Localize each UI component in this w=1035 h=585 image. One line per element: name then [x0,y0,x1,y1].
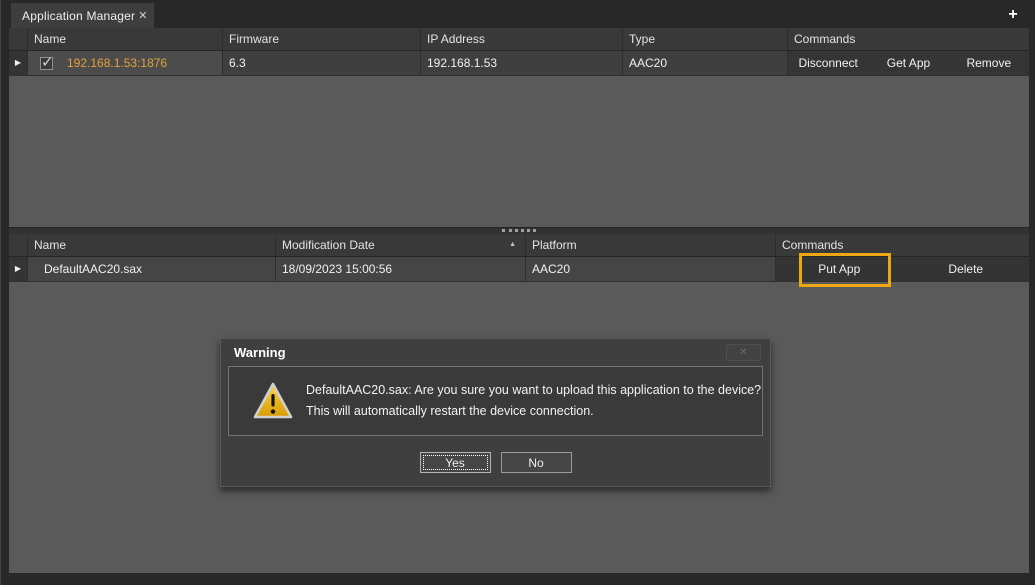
tab-bar: Application Manager ✕ + [9,3,1029,28]
application-date-cell: 18/09/2023 15:00:56 [276,257,526,281]
device-name-text: 192.168.1.53:1876 [67,51,167,75]
dialog-message-line2: This will automatically restart the devi… [306,401,761,422]
row-selector-cell[interactable]: ▶ [9,51,28,75]
dialog-message: DefaultAAC20.sax: Are you sure you want … [306,380,761,422]
tab-close-icon[interactable]: ✕ [135,8,150,23]
dialog-title-bar[interactable]: Warning [221,339,770,365]
dialog-message-line1: DefaultAAC20.sax: Are you sure you want … [306,380,761,401]
dialog-message-panel: DefaultAAC20.sax: Are you sure you want … [228,366,763,436]
put-app-button[interactable]: Put App [776,257,903,281]
device-ip-cell: 192.168.1.53 [421,51,623,75]
sort-ascending-icon: ▲ [509,234,525,256]
application-name-cell: DefaultAAC20.sax [28,257,276,281]
device-row[interactable]: ▶ ✓ 192.168.1.53:1876 6.3 192.168.1.53 A… [9,51,1029,76]
warning-triangle-icon [252,381,294,421]
dialog-close-icon[interactable]: ✕ [726,344,761,361]
yes-button[interactable]: Yes [420,452,491,473]
grid-splitter[interactable] [9,227,1029,234]
column-header-ip-address[interactable]: IP Address [421,28,623,50]
splitter-handle-dots-icon [502,229,536,232]
application-manager-window: Application Manager ✕ + Name Firmware IP… [0,0,1035,585]
get-app-button[interactable]: Get App [868,51,948,75]
device-checkbox[interactable]: ✓ [40,57,53,70]
column-header-platform[interactable]: Platform [526,234,776,256]
device-name-cell[interactable]: ✓ 192.168.1.53:1876 [28,51,223,75]
header-selector-spacer [9,28,28,50]
application-commands-cell: Put App Delete [776,257,1029,281]
column-header-name[interactable]: Name [28,234,276,256]
row-selector-arrow-icon: ▶ [9,51,27,75]
column-header-commands[interactable]: Commands [776,234,1029,256]
column-header-name[interactable]: Name [28,28,223,50]
add-tab-icon[interactable]: + [1003,5,1023,25]
dialog-title: Warning [234,345,286,360]
no-button[interactable]: No [501,452,572,473]
device-firmware-cell: 6.3 [223,51,421,75]
delete-button[interactable]: Delete [903,257,1030,281]
tab-label: Application Manager [22,9,135,23]
application-row[interactable]: ▶ DefaultAAC20.sax 18/09/2023 15:00:56 A… [9,257,1029,282]
column-header-type[interactable]: Type [623,28,788,50]
warning-dialog: Warning ✕ DefaultAAC20.sax: Are you sure… [220,338,771,487]
disconnect-button[interactable]: Disconnect [788,51,868,75]
device-type-cell: AAC20 [623,51,788,75]
checkmark-icon: ✓ [41,51,54,75]
column-header-text: Modification Date [282,234,509,256]
header-selector-spacer [9,234,28,256]
column-header-modification-date[interactable]: Modification Date ▲ [276,234,526,256]
remove-button[interactable]: Remove [949,51,1029,75]
column-header-commands[interactable]: Commands [788,28,1029,50]
row-selector-cell[interactable]: ▶ [9,257,28,281]
application-platform-cell: AAC20 [526,257,776,281]
tab-application-manager[interactable]: Application Manager ✕ [11,3,154,28]
row-selector-arrow-icon: ▶ [9,257,27,281]
applications-grid-header: Name Modification Date ▲ Platform Comman… [9,234,1029,257]
column-header-firmware[interactable]: Firmware [223,28,421,50]
dialog-buttons: Yes No [221,452,770,473]
devices-grid: Name Firmware IP Address Type Commands ▶… [9,28,1029,227]
devices-grid-header: Name Firmware IP Address Type Commands [9,28,1029,51]
device-commands-cell: Disconnect Get App Remove [788,51,1029,75]
